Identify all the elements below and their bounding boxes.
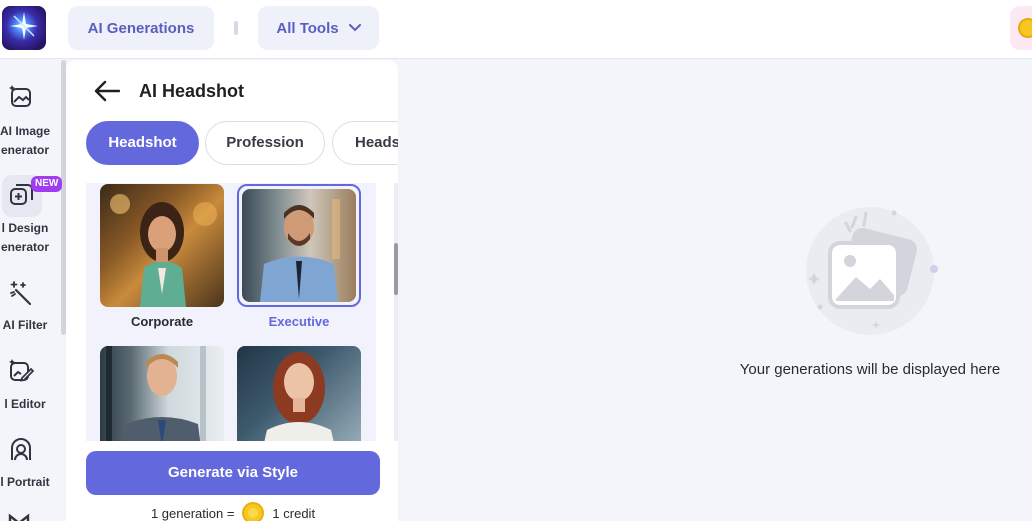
portrait-icon [11,438,31,461]
magic-wand-icon [10,281,32,306]
cost-left-text: 1 generation = [150,505,235,521]
all-tools-label: All Tools [276,19,339,37]
nav-label: AI Filter [2,318,48,332]
more-tools-icon [8,513,30,521]
coin-icon [1018,18,1032,38]
nav-label: l Design [1,221,49,235]
style-card-3[interactable] [100,345,224,441]
nav-label: l Portrait [0,475,50,489]
grid-scrollbar-thumb[interactable] [394,243,398,295]
nav-label: l Editor [4,397,46,411]
app-logo[interactable] [2,6,46,50]
divider [234,21,238,35]
credits-button[interactable] [1010,6,1032,50]
empty-gallery-icon [806,207,938,335]
image-edit-icon [9,359,34,382]
style-thumbnail [237,346,361,441]
executive-thumbnail [242,189,356,302]
empty-state-text: Your generations will be displayed here [739,361,1001,378]
style-caption: Corporate [130,314,194,329]
cost-right-text: 1 credit [272,505,316,521]
corporate-thumbnail [100,184,224,307]
image-sparkle-icon [9,85,31,107]
tab-headshot[interactable]: Headshot [86,121,199,165]
style-card-executive[interactable]: Executive [237,183,361,333]
new-badge: NEW [31,176,63,192]
nav-label: AI Image [0,124,50,138]
nav-label: enerator [0,143,50,157]
top-bar: AI Generations All Tools [0,0,1032,59]
style-thumbnail [100,346,224,441]
coin-icon [242,502,265,521]
nav-item-ai-editor[interactable]: l Editor [0,358,60,411]
grid-scrollbar-track[interactable] [394,183,398,441]
sparkle-logo-icon [10,12,38,40]
chevron-down-icon [348,24,361,32]
all-tools-dropdown[interactable]: All Tools [258,6,379,50]
style-caption: Executive [268,314,330,329]
generation-cost: 1 generation = 1 credit [86,502,380,521]
back-arrow-icon[interactable] [94,80,120,102]
style-card-4[interactable] [237,345,361,441]
ai-generations-label: AI Generations [87,19,195,37]
nav-label: enerator [0,240,50,254]
nav-item-ai-design-generator[interactable]: l Design enerator [0,182,60,262]
nav-item-ai-filter[interactable]: AI Filter [0,280,60,332]
left-nav: AI Image enerator l Design enerator NEW … [0,60,66,521]
generate-via-style-button[interactable]: Generate via Style [86,451,380,495]
tab-headshot-more[interactable]: Heads [332,121,398,165]
nav-item-ai-image-generator[interactable]: AI Image enerator [0,82,60,162]
nav-item-ai-portrait[interactable]: l Portrait [0,437,60,489]
ai-generations-button[interactable]: AI Generations [68,6,214,50]
style-grid: Corporate Executive [86,183,376,441]
headshot-panel: AI Headshot Headshot Profession Heads Co… [66,60,398,521]
tab-profession[interactable]: Profession [205,121,325,165]
style-card-corporate[interactable]: Corporate [100,183,224,333]
panel-title: AI Headshot [139,81,245,101]
